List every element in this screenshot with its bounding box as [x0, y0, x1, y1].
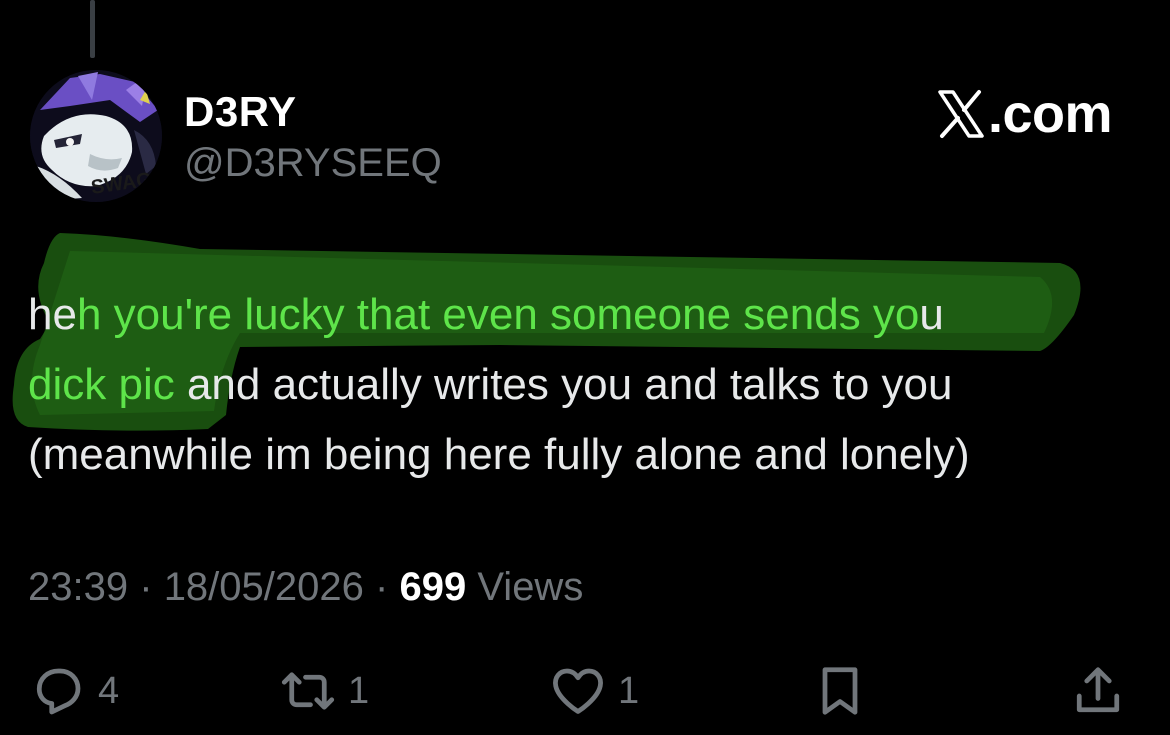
- tweet-metadata: 23:39 · 18/05/2026 · 699 Views: [28, 562, 583, 612]
- tweet-time[interactable]: 23:39: [28, 565, 128, 609]
- bookmark-icon: [822, 667, 858, 715]
- x-logo-icon: [936, 89, 986, 139]
- repost-count: 1: [348, 669, 370, 712]
- tweet-text-highlighted: h you're lucky that even someone sends y…: [76, 290, 920, 339]
- brand-watermark: .com: [936, 84, 1113, 144]
- tweet-text-segment: u: [919, 290, 944, 339]
- reply-count: 4: [98, 669, 120, 712]
- repost-button[interactable]: 1: [278, 656, 369, 726]
- tweet-date[interactable]: 18/05/2026: [164, 565, 364, 609]
- heart-icon: [553, 668, 603, 714]
- display-name[interactable]: D3RY: [184, 88, 296, 136]
- tweet-text: heh you're lucky that even someone sends…: [28, 280, 1148, 490]
- reply-button[interactable]: 4: [28, 656, 119, 726]
- user-handle[interactable]: @D3RYSEEQ: [184, 140, 442, 186]
- avatar-image: SWAG: [30, 70, 162, 202]
- repost-icon: [281, 672, 335, 710]
- tweet-text-segment: he: [28, 290, 77, 339]
- meta-separator: ·: [375, 565, 389, 609]
- like-button[interactable]: 1: [548, 656, 639, 726]
- views-label: Views: [477, 565, 584, 609]
- share-icon: [1076, 667, 1120, 713]
- like-count: 1: [618, 669, 640, 712]
- tweet-text-highlighted: dick pic: [28, 360, 187, 409]
- meta-separator: ·: [139, 565, 153, 609]
- avatar[interactable]: SWAG: [30, 70, 162, 202]
- bookmark-button[interactable]: [810, 656, 870, 726]
- views-count: 699: [399, 565, 467, 609]
- action-bar: 4 1 1: [0, 656, 1170, 726]
- share-button[interactable]: [1068, 656, 1128, 726]
- thread-connector-line: [90, 0, 95, 58]
- reply-icon: [36, 668, 81, 715]
- brand-domain-text: .com: [987, 84, 1113, 144]
